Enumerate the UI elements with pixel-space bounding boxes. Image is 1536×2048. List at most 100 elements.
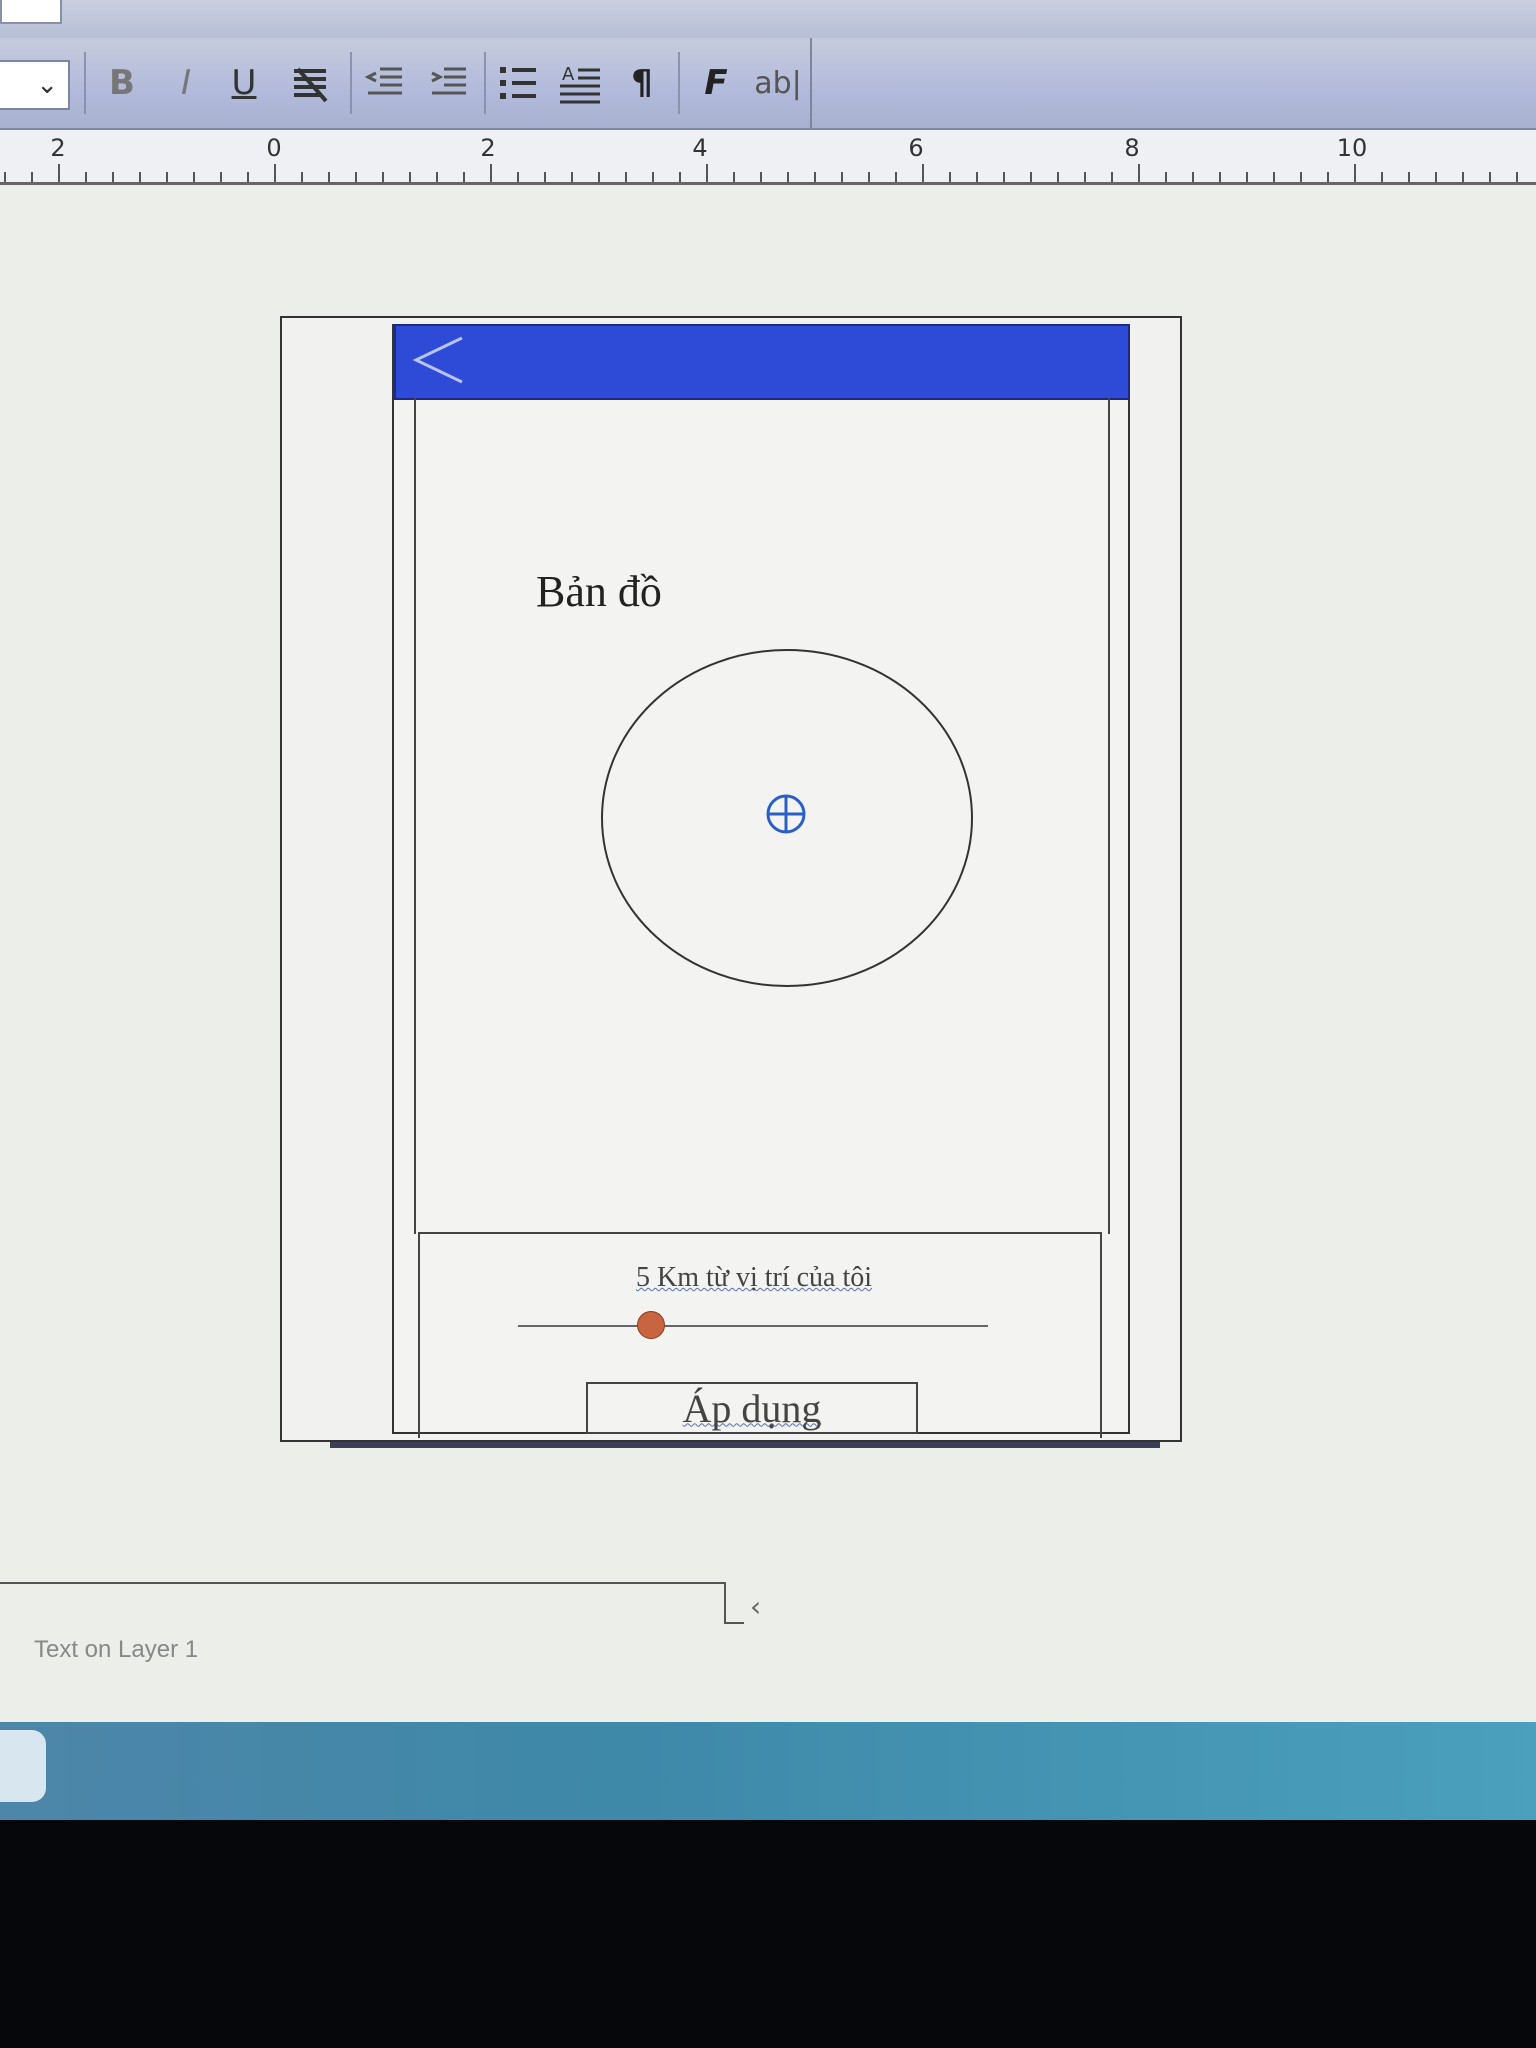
status-divider: [0, 1582, 724, 1584]
ruler-label: 8: [1124, 134, 1140, 162]
ruler-tick: [1327, 172, 1329, 182]
ruler-tick: [301, 172, 303, 182]
toolbar-separator: [484, 52, 486, 114]
ruler-tick: [382, 172, 384, 182]
ruler-tick: [625, 172, 627, 182]
ruler-tick: [139, 172, 141, 182]
ruler-label: 10: [1336, 134, 1368, 162]
ruler-tick: [841, 172, 843, 182]
app-header-bar: [394, 324, 1130, 400]
radius-slider-thumb[interactable]: [636, 1311, 665, 1339]
monitor-bezel: [0, 1820, 1536, 2048]
map-view[interactable]: [600, 648, 974, 988]
ruler-label: 2: [50, 134, 66, 162]
ruler-tick: [1381, 172, 1383, 182]
ruler-label: 0: [266, 134, 282, 162]
ruler-tick: [1489, 172, 1491, 182]
pilcrow-button[interactable]: ¶: [620, 58, 664, 108]
ruler-label: 6: [908, 134, 924, 162]
layer-status-text: Text on Layer 1: [34, 1636, 199, 1663]
top-strip: [0, 0, 1536, 38]
ruler-tick: [328, 172, 330, 182]
ruler-tick: [679, 172, 681, 182]
top-dropdown-stub[interactable]: [0, 0, 62, 24]
ruler-tick: [247, 172, 249, 182]
ruler-tick: [436, 172, 438, 182]
taskbar: [0, 1722, 1536, 1822]
underline-button[interactable]: U: [222, 58, 266, 108]
text-tool-button[interactable]: ab|: [752, 58, 804, 108]
ruler-tick: [1192, 172, 1194, 182]
ruler-tick: [814, 172, 816, 182]
increase-indent-icon[interactable]: [426, 58, 470, 108]
ruler-tick: [868, 172, 870, 182]
scroll-left-icon[interactable]: ‹: [750, 1590, 761, 1623]
radius-label: 5 Km từ vị trí của tôi: [636, 1262, 873, 1293]
formatting-toolbar: ⌄ B I U A ¶ F ab|: [0, 38, 1536, 130]
ruler-tick: [490, 164, 492, 182]
ruler-tick: [1084, 172, 1086, 182]
ruler-tick: [652, 172, 654, 182]
status-divider-corner: [724, 1622, 744, 1624]
ruler-tick: [463, 172, 465, 182]
ruler-tick: [166, 172, 168, 182]
ruler-tick: [571, 172, 573, 182]
horizontal-ruler: 2 0 2 4 6 8 10: [0, 130, 1536, 185]
ruler-tick: [598, 172, 600, 182]
toolbar-separator: [678, 52, 680, 114]
start-icon[interactable]: [0, 1730, 46, 1802]
font-effect-button[interactable]: F: [694, 58, 738, 108]
bold-button[interactable]: B: [100, 58, 144, 108]
svg-text:A: A: [562, 64, 575, 85]
strikethrough-icon[interactable]: [288, 58, 332, 108]
ruler-tick: [976, 172, 978, 182]
ruler-tick: [1219, 172, 1221, 182]
ruler-tick: [274, 164, 276, 182]
ruler-tick: [1003, 172, 1005, 182]
ruler-tick: [733, 172, 735, 182]
chevron-left-icon[interactable]: [410, 332, 466, 388]
ruler-tick: [1111, 172, 1113, 182]
ruler-tick: [1273, 172, 1275, 182]
ruler-tick: [355, 172, 357, 182]
ruler-tick: [517, 172, 519, 182]
chevron-down-icon: ⌄: [36, 70, 58, 100]
italic-button[interactable]: I: [164, 58, 208, 108]
ruler-tick: [1057, 172, 1059, 182]
ruler-tick: [760, 172, 762, 182]
radius-slider-track[interactable]: [518, 1325, 988, 1327]
crosshair-icon: [766, 794, 806, 834]
font-size-dropdown[interactable]: ⌄: [0, 60, 70, 110]
ruler-tick: [1516, 172, 1518, 182]
paragraph-style-icon[interactable]: A: [558, 58, 602, 108]
ruler-tick: [787, 172, 789, 182]
ruler-label: 2: [480, 134, 496, 162]
ruler-tick: [1138, 164, 1140, 182]
toolbar-end-separator: [810, 38, 812, 128]
ruler-tick: [31, 172, 33, 182]
apply-button[interactable]: Áp dụng: [586, 1382, 918, 1434]
ruler-tick: [706, 164, 708, 182]
ruler-tick: [1354, 164, 1356, 182]
ruler-tick: [922, 164, 924, 182]
ruler-tick: [1462, 172, 1464, 182]
map-title: Bản đồ: [536, 567, 662, 616]
toolbar-separator: [84, 52, 86, 114]
ruler-tick: [949, 172, 951, 182]
ruler-tick: [1435, 172, 1437, 182]
ruler-tick: [85, 172, 87, 182]
toolbar-separator: [350, 52, 352, 114]
bullet-list-icon[interactable]: [496, 58, 540, 108]
ruler-tick: [220, 172, 222, 182]
ruler-tick: [1300, 172, 1302, 182]
ruler-tick: [193, 172, 195, 182]
decrease-indent-icon[interactable]: [362, 58, 406, 108]
ruler-tick: [1408, 172, 1410, 182]
ruler-tick: [4, 172, 6, 182]
ruler-tick: [1030, 172, 1032, 182]
ruler-tick: [544, 172, 546, 182]
status-divider-corner: [724, 1582, 726, 1624]
ruler-tick: [112, 172, 114, 182]
ruler-tick: [1165, 172, 1167, 182]
ruler-tick: [58, 164, 60, 182]
